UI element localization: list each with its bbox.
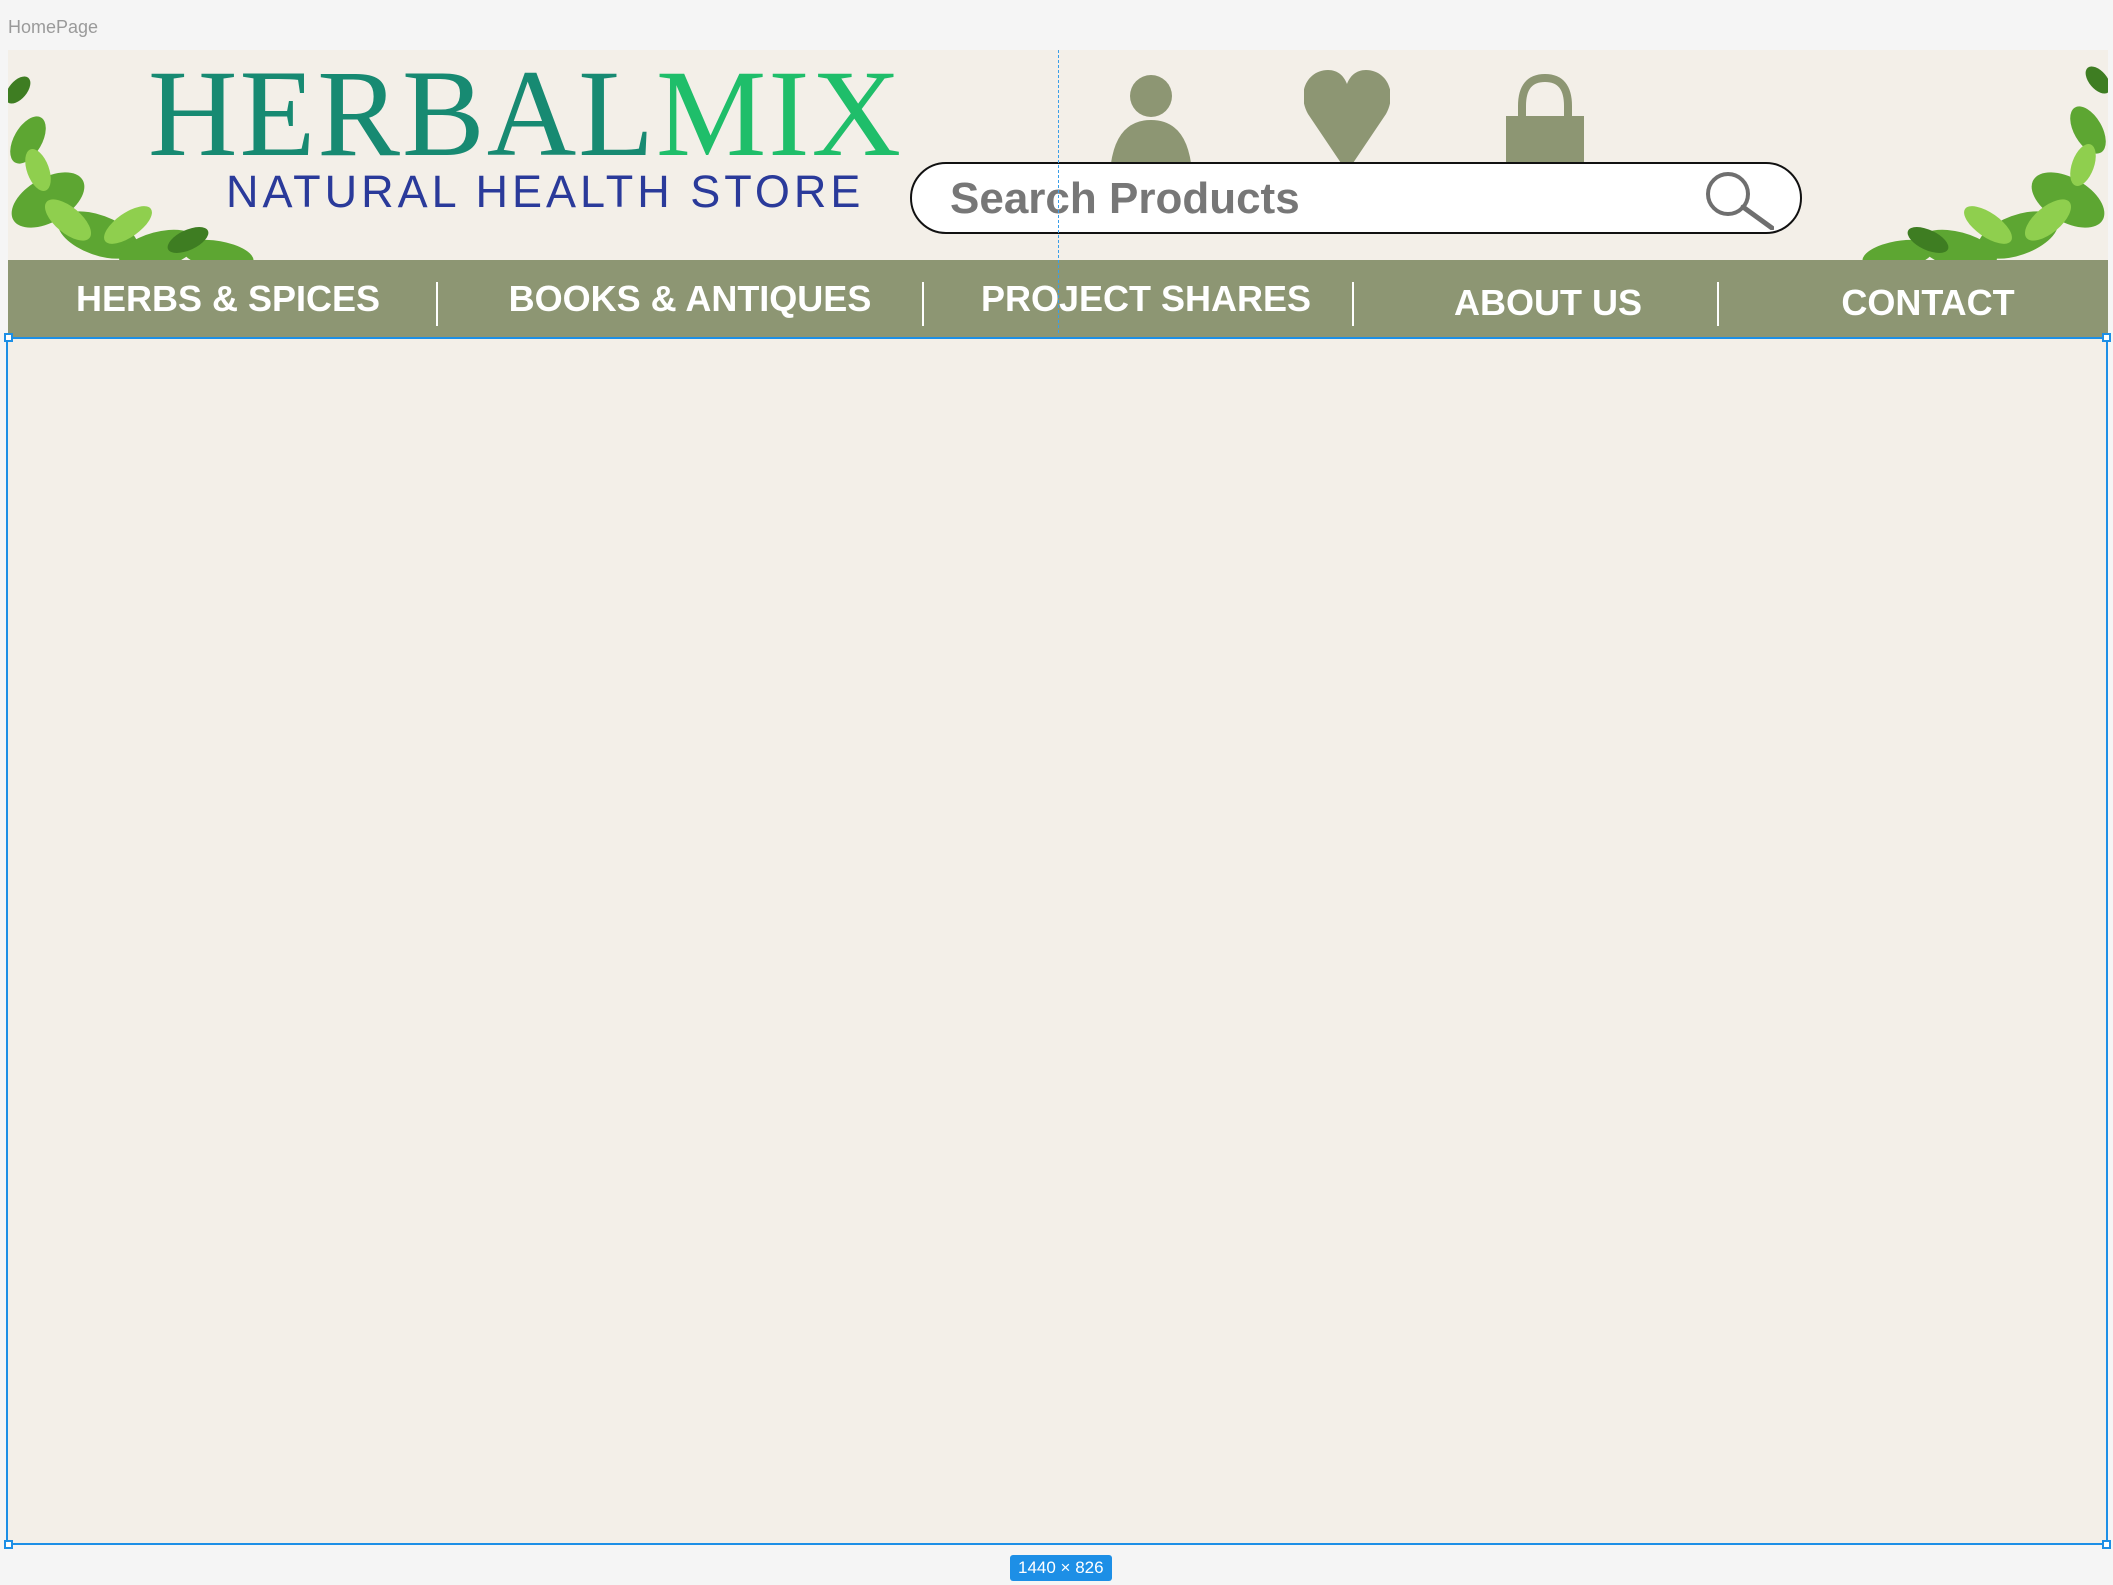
brand-logo[interactable]: HERBALMIX [148, 52, 903, 176]
leaves-decoration-right [1862, 66, 2108, 260]
resize-handle-bottom-right[interactable] [2102, 1540, 2111, 1549]
nav-divider [1717, 282, 1719, 326]
nav-item-project-shares[interactable]: PROJECT SHARES [928, 260, 1364, 338]
nav-item-contact[interactable]: CONTACT [1748, 264, 2108, 342]
heart-icon[interactable] [1304, 68, 1390, 172]
brand-tagline: NATURAL HEALTH STORE [226, 166, 865, 217]
search-icon[interactable] [1702, 170, 1774, 230]
resize-handle-top-left[interactable] [4, 333, 13, 342]
user-icon[interactable] [1108, 68, 1194, 172]
search-bar[interactable] [910, 162, 1802, 234]
search-input[interactable] [948, 172, 1692, 226]
nav-item-about-us[interactable]: ABOUT US [1368, 264, 1728, 342]
nav-divider [1352, 282, 1354, 326]
shopping-bag-icon[interactable] [1502, 68, 1588, 172]
brand-name-part2: MIX [656, 50, 904, 182]
nav-item-books-antiques[interactable]: BOOKS & ANTIQUES [448, 260, 932, 338]
frame-label: HomePage [8, 17, 99, 37]
nav-divider [436, 282, 438, 326]
resize-handle-top-right[interactable] [2102, 333, 2111, 342]
brand-name-part1: HERBAL [148, 50, 656, 182]
frame-selection-outline[interactable] [6, 337, 2108, 1545]
resize-handle-bottom-left[interactable] [4, 1540, 13, 1549]
nav-divider [922, 282, 924, 326]
layout-guide-vertical [1058, 50, 1059, 333]
frame-size-badge: 1440 × 826 [1010, 1555, 1112, 1581]
nav-item-herbs-spices[interactable]: HERBS & SPICES [28, 260, 428, 338]
